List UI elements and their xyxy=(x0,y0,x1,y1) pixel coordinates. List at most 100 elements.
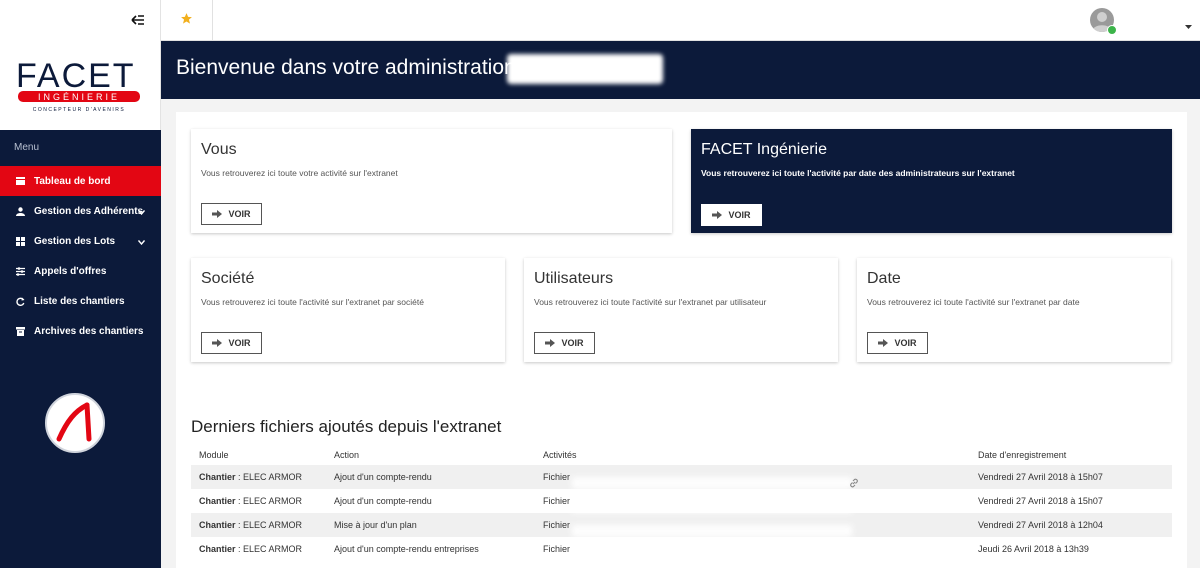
sidebar: FACET INGÉNIERIE CONCEPTEUR D'AVENIRS Me… xyxy=(0,0,161,568)
action-cell: Mise à jour d'un plan xyxy=(334,520,417,530)
card-title: Date xyxy=(867,270,901,287)
voir-button[interactable]: VOIR xyxy=(867,332,928,354)
page-title: Bienvenue dans votre administration xyxy=(176,56,516,79)
sidebar-item-archives-des-chantiers[interactable]: Archives des chantiers xyxy=(0,316,161,346)
svg-text:INGÉNIERIE: INGÉNIERIE xyxy=(38,92,120,102)
refresh-icon xyxy=(14,295,26,307)
voir-button[interactable]: VOIR xyxy=(201,203,262,225)
date-cell: Jeudi 26 Avril 2018 à 13h39 xyxy=(978,544,1089,554)
sidebar-header: FACET INGÉNIERIE CONCEPTEUR D'AVENIRS xyxy=(0,0,161,130)
svg-text:CONCEPTEUR D'AVENIRS: CONCEPTEUR D'AVENIRS xyxy=(33,107,126,113)
arrow-right-icon xyxy=(545,339,556,347)
module-cell: Chantier : ELEC ARMOR xyxy=(199,472,303,482)
date-cell: Vendredi 27 Avril 2018 à 15h07 xyxy=(978,496,1103,506)
sliders-icon xyxy=(14,265,26,277)
arrow-right-icon xyxy=(212,339,223,347)
sidebar-item-label: Appels d'offres xyxy=(34,265,107,277)
sidebar-item-label: Tableau de bord xyxy=(34,175,111,187)
sidebar-item-gestion-des-lots[interactable]: Gestion des Lots xyxy=(0,226,161,256)
activity-cell: Fichier xyxy=(540,544,971,561)
redacted-filename xyxy=(572,477,852,489)
grid-icon xyxy=(14,235,26,247)
redacted-filename xyxy=(572,525,852,537)
sidebar-item-gestion-des-adherents[interactable]: Gestion des Adhérents xyxy=(0,196,161,226)
arrow-right-icon xyxy=(712,211,723,219)
link-icon[interactable] xyxy=(848,477,860,491)
card-description: Vous retrouverez ici toute l'activité pa… xyxy=(701,168,1015,178)
column-header-date: Date d'enregistrement xyxy=(978,450,1067,460)
date-cell: Vendredi 27 Avril 2018 à 15h07 xyxy=(978,472,1103,482)
recent-files-table: Module Action Activités Date d'enregistr… xyxy=(191,445,1172,561)
card-description: Vous retrouverez ici toute l'activité su… xyxy=(867,297,1080,307)
card-title: Vous xyxy=(201,141,237,158)
voir-button[interactable]: VOIR xyxy=(701,204,762,226)
redacted-filename xyxy=(572,501,852,513)
card-date: Date Vous retrouverez ici toute l'activi… xyxy=(857,258,1171,362)
chevron-down-icon xyxy=(137,207,146,218)
collapse-sidebar-icon[interactable] xyxy=(130,12,146,28)
card-title: Utilisateurs xyxy=(534,270,614,287)
module-cell: Chantier : ELEC ARMOR xyxy=(199,496,303,506)
voir-button[interactable]: VOIR xyxy=(534,332,595,354)
sidebar-item-label: Gestion des Lots xyxy=(34,235,116,247)
voir-label: VOIR xyxy=(561,338,584,348)
chevron-down-icon xyxy=(137,237,146,248)
activity-cell: Fichier xyxy=(540,472,971,489)
star-icon xyxy=(180,12,193,30)
action-cell: Ajout d'un compte-rendu xyxy=(334,472,432,482)
welcome-banner: Bienvenue dans votre administration xyxy=(161,41,1200,99)
module-cell: Chantier : ELEC ARMOR xyxy=(199,544,303,554)
card-facet-ingenierie: FACET Ingénierie Vous retrouverez ici to… xyxy=(691,129,1172,233)
voir-label: VOIR xyxy=(228,338,251,348)
top-bar xyxy=(161,0,1200,41)
archive-icon xyxy=(14,325,26,337)
main-content: Vous Vous retrouverez ici toute votre ac… xyxy=(176,112,1187,568)
online-status-icon xyxy=(1107,25,1117,35)
column-header-module: Module xyxy=(199,450,229,460)
redacted-name xyxy=(507,54,663,84)
user-menu-caret-icon[interactable] xyxy=(1185,17,1192,35)
column-header-action: Action xyxy=(334,450,360,460)
action-cell: Ajout d'un compte-rendu entreprises xyxy=(334,544,479,554)
table-row[interactable]: Chantier : ELEC ARMOR Ajout d'un compte-… xyxy=(191,465,1172,489)
sidebar-item-label: Archives des chantiers xyxy=(34,325,144,337)
facet-logo[interactable]: FACET INGÉNIERIE CONCEPTEUR D'AVENIRS xyxy=(16,55,144,115)
card-title: Société xyxy=(201,270,255,287)
voir-button[interactable]: VOIR xyxy=(201,332,262,354)
users-icon xyxy=(14,205,26,217)
sidebar-item-tableau-de-bord[interactable]: Tableau de bord xyxy=(0,166,161,196)
card-utilisateurs: Utilisateurs Vous retrouverez ici toute … xyxy=(524,258,838,362)
arrow-right-icon xyxy=(878,339,889,347)
module-cell: Chantier : ELEC ARMOR xyxy=(199,520,303,530)
redacted-filename xyxy=(572,549,852,561)
table-row[interactable]: Chantier : ELEC ARMOR Ajout d'un compte-… xyxy=(191,537,1172,561)
voir-label: VOIR xyxy=(728,210,751,220)
card-description: Vous retrouverez ici toute l'activité su… xyxy=(534,297,767,307)
action-cell: Ajout d'un compte-rendu xyxy=(334,496,432,506)
dashboard-icon xyxy=(14,175,26,187)
menu-heading: Menu xyxy=(14,142,40,153)
arrow-right-icon xyxy=(212,210,223,218)
date-cell: Vendredi 27 Avril 2018 à 12h04 xyxy=(978,520,1103,530)
section-title: Derniers fichiers ajoutés depuis l'extra… xyxy=(191,417,502,436)
sidebar-item-label: Liste des chantiers xyxy=(34,295,125,307)
activity-cell: Fichier xyxy=(540,496,971,513)
facet-badge-logo xyxy=(45,393,105,453)
table-header: Module Action Activités Date d'enregistr… xyxy=(191,445,1172,465)
column-header-activites: Activités xyxy=(543,450,577,460)
table-row[interactable]: Chantier : ELEC ARMOR Ajout d'un compte-… xyxy=(191,489,1172,513)
sidebar-item-liste-des-chantiers[interactable]: Liste des chantiers xyxy=(0,286,161,316)
card-vous: Vous Vous retrouverez ici toute votre ac… xyxy=(191,129,672,233)
sidebar-item-label: Gestion des Adhérents xyxy=(34,205,144,217)
table-row[interactable]: Chantier : ELEC ARMOR Mise à jour d'un p… xyxy=(191,513,1172,537)
card-title: FACET Ingénierie xyxy=(701,141,827,158)
svg-text:FACET: FACET xyxy=(16,57,136,95)
voir-label: VOIR xyxy=(228,209,251,219)
card-description: Vous retrouverez ici toute l'activité su… xyxy=(201,297,424,307)
favorites-button[interactable] xyxy=(161,0,213,41)
card-description: Vous retrouverez ici toute votre activit… xyxy=(201,168,398,178)
activity-cell: Fichier xyxy=(540,520,971,537)
card-societe: Société Vous retrouverez ici toute l'act… xyxy=(191,258,505,362)
sidebar-item-appels-d-offres[interactable]: Appels d'offres xyxy=(0,256,161,286)
voir-label: VOIR xyxy=(894,338,917,348)
